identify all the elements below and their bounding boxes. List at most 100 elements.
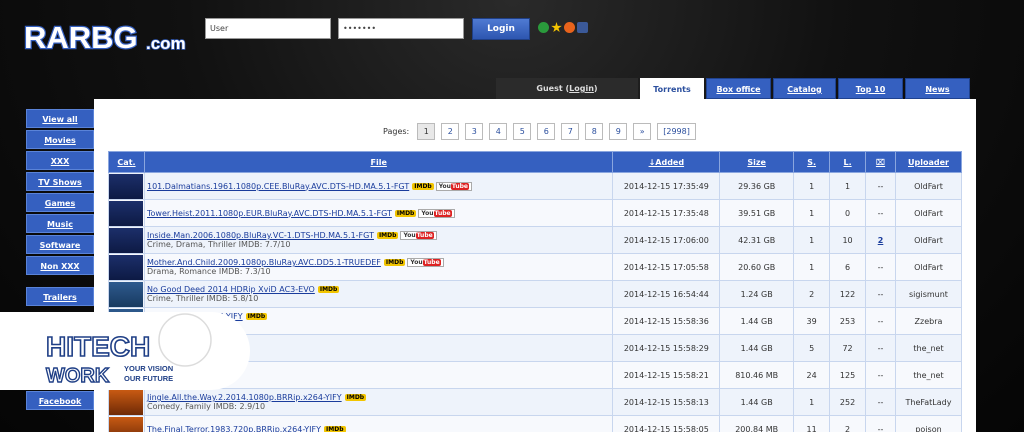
- youtube-icon[interactable]: YouTube: [407, 258, 444, 267]
- page-3[interactable]: 3: [465, 123, 484, 140]
- username-input[interactable]: [205, 18, 331, 39]
- seeders-count: 1: [793, 253, 831, 281]
- col-comments[interactable]: ⌧: [865, 151, 896, 173]
- table-row[interactable]: Tower.Heist.2011.1080p.EUR.BluRay.AVC.DT…: [108, 199, 963, 227]
- page-9[interactable]: 9: [609, 123, 628, 140]
- torrent-link[interactable]: 101.Dalmatians.1961.1080p.CEE.BluRay.AVC…: [147, 182, 409, 191]
- rss-icon[interactable]: [564, 22, 575, 33]
- rarbg-logo[interactable]: RARBG .com: [22, 18, 200, 57]
- category-cell[interactable]: [108, 172, 145, 200]
- sidebar-item-software[interactable]: Software: [26, 235, 94, 254]
- imdb-icon[interactable]: IMDb: [376, 232, 399, 239]
- table-row[interactable]: 101.Dalmatians.1961.1080p.CEE.BluRay.AVC…: [108, 172, 963, 200]
- sidebar-item-movies[interactable]: Movies: [26, 130, 94, 149]
- sidebar-item-games[interactable]: Games: [26, 193, 94, 212]
- page-2[interactable]: 2: [441, 123, 460, 140]
- seeders-count: 11: [793, 415, 831, 432]
- col-seeders[interactable]: S.: [793, 151, 831, 173]
- comments-count: --: [877, 397, 884, 407]
- col-added[interactable]: ↓Added: [612, 151, 721, 173]
- youtube-icon[interactable]: YouTube: [435, 181, 472, 191]
- torrent-link[interactable]: Jingle.All.the.Way.2.2014.1080p.BRRip.x2…: [147, 393, 342, 402]
- sidebar-item-view-all[interactable]: View all: [26, 109, 94, 128]
- table-row[interactable]: Inside.Man.2006.1080p.BluRay.VC-1.DTS-HD…: [108, 226, 963, 254]
- sidebar-item-facebook[interactable]: Facebook: [26, 391, 94, 410]
- table-row[interactable]: Mother.And.Child.2009.1080p.BluRay.AVC.D…: [108, 253, 963, 281]
- dvd-icon[interactable]: [109, 416, 144, 432]
- sidebar-item-xxx[interactable]: XXX: [26, 151, 94, 170]
- comments-cell: --: [865, 388, 896, 416]
- imdb-icon[interactable]: IMDb: [344, 394, 367, 401]
- file-cell: No Good Deed 2014 HDRip XviD AC3-EVO IMDb…: [143, 280, 614, 308]
- added-date: 2014-12-15 16:54:44: [612, 280, 721, 308]
- imdb-icon[interactable]: IMDb: [245, 313, 268, 320]
- page-6[interactable]: 6: [537, 123, 556, 140]
- page-5[interactable]: 5: [513, 123, 532, 140]
- page-next[interactable]: »: [633, 123, 652, 140]
- page-4[interactable]: 4: [489, 123, 508, 140]
- star-icon[interactable]: [551, 22, 562, 33]
- page-1[interactable]: 1: [417, 123, 436, 140]
- seeders-count: 1: [793, 199, 831, 227]
- category-cell[interactable]: [108, 415, 145, 432]
- page-8[interactable]: 8: [585, 123, 604, 140]
- bluray-icon[interactable]: [109, 227, 144, 253]
- youtube-badge: Tube: [450, 182, 469, 190]
- torrent-link[interactable]: Inside.Man.2006.1080p.BluRay.VC-1.DTS-HD…: [147, 231, 374, 240]
- imdb-icon[interactable]: IMDb: [317, 286, 340, 293]
- guest-suffix: ): [593, 84, 598, 93]
- youtube-label: You: [410, 259, 423, 266]
- torrent-link[interactable]: Mother.And.Child.2009.1080p.BluRay.AVC.D…: [147, 258, 381, 267]
- leechers-count: 122: [829, 280, 867, 308]
- category-cell[interactable]: [108, 253, 145, 281]
- dvd-icon[interactable]: [109, 389, 144, 415]
- bluray-icon[interactable]: [109, 200, 144, 226]
- uTorrent-icon[interactable]: [538, 22, 549, 33]
- col-cat[interactable]: Cat.: [108, 151, 145, 173]
- imdb-icon[interactable]: IMDb: [383, 259, 406, 266]
- comments-link[interactable]: 2: [878, 236, 884, 245]
- page-last[interactable]: [2998]: [657, 123, 696, 140]
- password-input[interactable]: [338, 18, 464, 39]
- col-leechers[interactable]: L.: [829, 151, 867, 173]
- torrent-link[interactable]: No Good Deed 2014 HDRip XviD AC3-EVO: [147, 285, 315, 294]
- tab-top-10[interactable]: Top 10: [838, 78, 903, 99]
- table-row[interactable]: No Good Deed 2014 HDRip XviD AC3-EVO IMDb…: [108, 280, 963, 308]
- bluray-icon[interactable]: [109, 254, 144, 280]
- torrent-link[interactable]: Tower.Heist.2011.1080p.EUR.BluRay.AVC.DT…: [147, 209, 392, 218]
- imdb-icon[interactable]: IMDb: [394, 209, 417, 217]
- sidebar-item-trailers[interactable]: Trailers: [26, 287, 94, 306]
- col-size[interactable]: Size: [719, 151, 795, 173]
- bluray-icon[interactable]: [109, 173, 144, 199]
- col-uploader[interactable]: Uploader: [894, 151, 963, 173]
- tab-torrents[interactable]: Torrents: [640, 78, 704, 99]
- category-cell[interactable]: [108, 280, 145, 308]
- table-row[interactable]: The.Final.Terror.1983.720p.BRRip.x264-YI…: [108, 415, 963, 432]
- social-icons: [538, 22, 588, 33]
- youtube-icon[interactable]: YouTube: [400, 231, 437, 240]
- uploader-name: OldFart: [894, 172, 963, 200]
- tab-box-office[interactable]: Box office: [706, 78, 771, 99]
- sidebar-item-tv-shows[interactable]: TV Shows: [26, 172, 94, 191]
- seeders-count: 2: [793, 280, 831, 308]
- login-button[interactable]: Login: [472, 18, 530, 40]
- torrent-link[interactable]: The.Final.Terror.1983.720p.BRRip.x264-YI…: [147, 425, 321, 432]
- sidebar-item-music[interactable]: Music: [26, 214, 94, 233]
- tab-catalog[interactable]: Catalog: [773, 78, 836, 99]
- logo-text: RARBG: [24, 20, 138, 55]
- tab-news[interactable]: News: [905, 78, 970, 99]
- col-file[interactable]: File: [143, 151, 614, 173]
- sidebar-item-non-xxx[interactable]: Non XXX: [26, 256, 94, 275]
- table-row[interactable]: Jingle.All.the.Way.2.2014.1080p.BRRip.x2…: [108, 388, 963, 416]
- comments-cell: --: [865, 280, 896, 308]
- category-cell[interactable]: [108, 388, 145, 416]
- imdb-icon[interactable]: IMDb: [324, 425, 346, 432]
- page-7[interactable]: 7: [561, 123, 580, 140]
- imdb-icon[interactable]: IMDb: [412, 182, 434, 190]
- guest-login-link[interactable]: Login: [569, 84, 594, 93]
- category-cell[interactable]: [108, 199, 145, 227]
- youtube-icon[interactable]: YouTube: [418, 208, 455, 218]
- facebook-icon[interactable]: [577, 22, 588, 33]
- xvid-icon[interactable]: [109, 281, 144, 307]
- category-cell[interactable]: [108, 226, 145, 254]
